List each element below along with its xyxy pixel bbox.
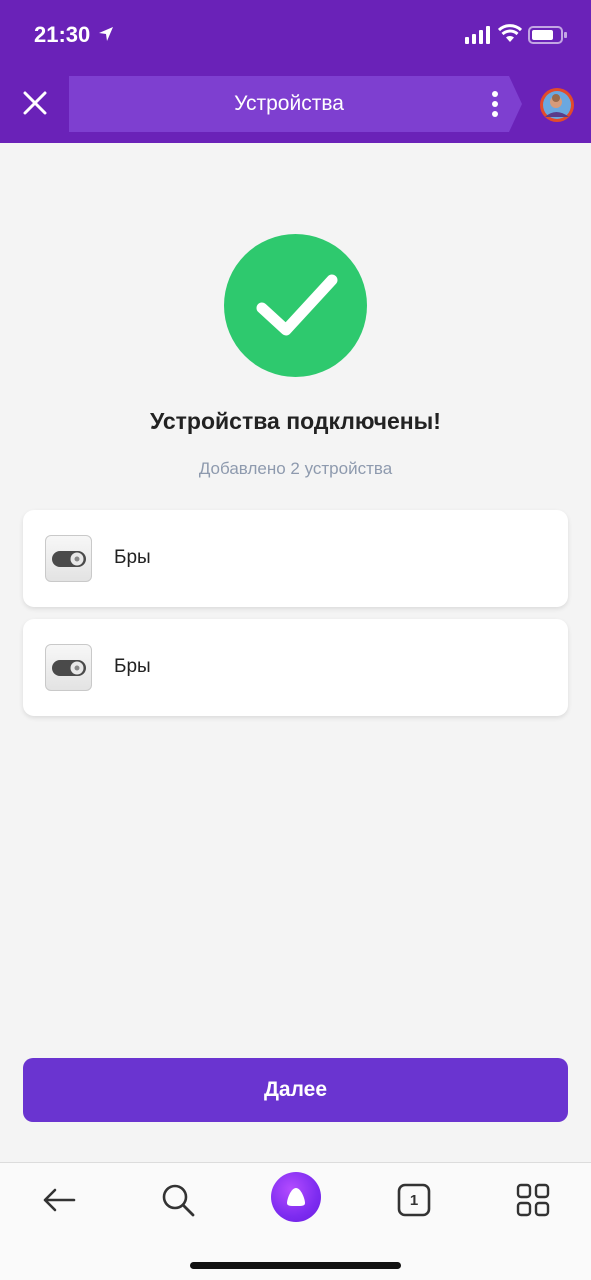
device-name: Бры bbox=[114, 547, 151, 568]
device-card[interactable]: Бры bbox=[23, 619, 568, 716]
bottom-navigation: 1 bbox=[0, 1162, 591, 1280]
page-title: Устройства bbox=[234, 92, 344, 115]
close-icon bbox=[23, 91, 47, 115]
wifi-icon bbox=[498, 24, 522, 42]
home-indicator bbox=[190, 1262, 401, 1269]
search-icon bbox=[162, 1184, 195, 1217]
back-button[interactable] bbox=[34, 1175, 84, 1225]
location-arrow-icon bbox=[99, 27, 113, 41]
search-button[interactable] bbox=[153, 1175, 203, 1225]
top-bar: 21:30 Устройства bbox=[0, 0, 591, 143]
status-bar: 21:30 bbox=[0, 0, 591, 70]
tabs-button[interactable]: 1 bbox=[389, 1175, 439, 1225]
more-vertical-icon bbox=[492, 91, 498, 117]
tabs-count: 1 bbox=[409, 1191, 419, 1209]
apps-grid-button[interactable] bbox=[508, 1175, 558, 1225]
devices-added-subtitle: Добавлено 2 устройства bbox=[198, 459, 393, 478]
checkmark-icon bbox=[256, 274, 337, 335]
battery-icon bbox=[528, 26, 567, 44]
address-bar[interactable]: Устройства bbox=[69, 76, 522, 132]
apps-grid-icon bbox=[516, 1183, 550, 1217]
success-check-icon bbox=[224, 234, 367, 377]
status-time: 21:30 bbox=[34, 22, 91, 47]
device-name: Бры bbox=[114, 656, 151, 677]
switch-icon bbox=[45, 644, 92, 691]
more-menu-button[interactable] bbox=[484, 88, 506, 120]
success-heading: Устройства подключены! bbox=[150, 408, 441, 434]
signal-icon bbox=[465, 26, 490, 44]
device-card[interactable]: Бры bbox=[23, 510, 568, 607]
alice-icon bbox=[287, 1188, 305, 1206]
next-button[interactable]: Далее bbox=[23, 1058, 568, 1122]
alice-assistant-button[interactable] bbox=[271, 1172, 321, 1222]
back-arrow-icon bbox=[43, 1188, 76, 1212]
close-button[interactable] bbox=[16, 84, 54, 122]
user-avatar[interactable] bbox=[539, 87, 575, 123]
switch-icon bbox=[45, 535, 92, 582]
